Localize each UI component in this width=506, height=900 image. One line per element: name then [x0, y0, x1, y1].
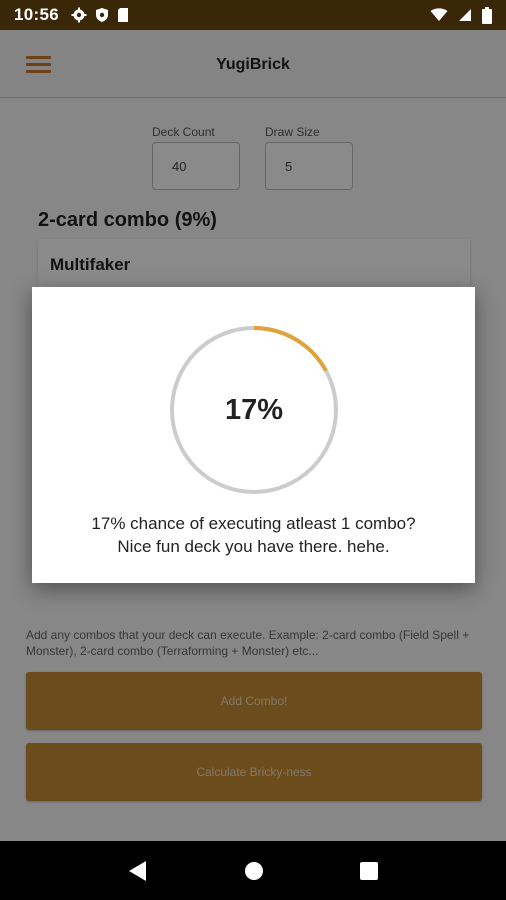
recents-icon[interactable]: [360, 861, 378, 880]
gear-icon: [71, 7, 87, 23]
dialog-message-line2: Nice fun deck you have there. hehe.: [117, 537, 390, 556]
sd-card-icon: [117, 8, 128, 22]
wifi-icon: [430, 8, 448, 21]
signal-icon: [459, 9, 471, 21]
nav-bar: [0, 841, 506, 900]
result-dialog: 17% 17% chance of executing atleast 1 co…: [32, 287, 475, 583]
dialog-message: 17% chance of executing atleast 1 combo?…: [32, 512, 475, 558]
dialog-message-line1: 17% chance of executing atleast 1 combo?: [91, 514, 416, 533]
progress-percent: 17%: [224, 393, 284, 426]
status-bar: 10:56: [0, 0, 506, 30]
back-icon[interactable]: [128, 860, 148, 882]
home-icon[interactable]: [244, 861, 264, 881]
status-time: 10:56: [14, 5, 59, 24]
battery-icon: [482, 6, 492, 24]
shield-icon: [95, 8, 108, 22]
